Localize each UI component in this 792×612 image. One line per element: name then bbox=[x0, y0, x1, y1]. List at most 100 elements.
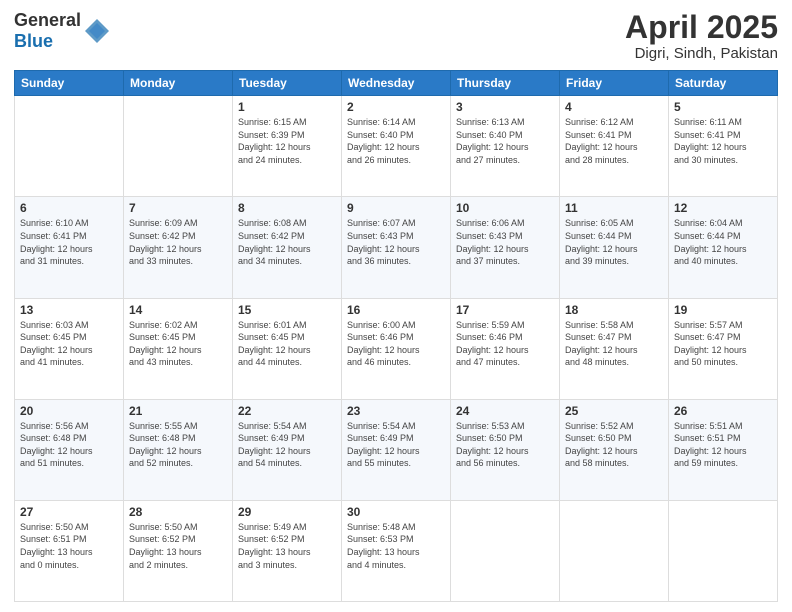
calendar-cell: 1Sunrise: 6:15 AM Sunset: 6:39 PM Daylig… bbox=[233, 96, 342, 197]
calendar-title: April 2025 bbox=[625, 10, 778, 45]
calendar-cell bbox=[124, 96, 233, 197]
header: General Blue April 2025 Digri, Sindh, Pa… bbox=[14, 10, 778, 62]
calendar-cell: 30 Sunrise: 5:48 AM Sunset: 6:53 PM Dayli… bbox=[342, 500, 451, 601]
col-monday: Monday bbox=[124, 71, 233, 96]
day-info: Sunrise: 6:05 AM Sunset: 6:44 PM Dayligh… bbox=[565, 217, 663, 267]
day-info: Sunrise: 6:00 AM Sunset: 6:46 PM Dayligh… bbox=[347, 319, 445, 369]
day-info: Sunrise: 5:50 AM Sunset: 6:52 PM Dayligh… bbox=[129, 521, 227, 571]
calendar-cell: 11 Sunrise: 6:05 AM Sunset: 6:44 PM Dayli… bbox=[560, 197, 669, 298]
day-info: Sunrise: 6:03 AM Sunset: 6:45 PM Dayligh… bbox=[20, 319, 118, 369]
day-info: Sunrise: 5:49 AM Sunset: 6:52 PM Dayligh… bbox=[238, 521, 336, 571]
calendar-cell: 5 Sunrise: 6:11 AM Sunset: 6:41 PM Daylig… bbox=[669, 96, 778, 197]
day-info: Sunrise: 6:14 AM Sunset: 6:40 PM Dayligh… bbox=[347, 116, 445, 166]
day-number: 15 bbox=[238, 303, 336, 317]
col-saturday: Saturday bbox=[669, 71, 778, 96]
logo-general: General bbox=[14, 10, 81, 30]
day-info: Sunrise: 6:09 AM Sunset: 6:42 PM Dayligh… bbox=[129, 217, 227, 267]
day-info: Sunrise: 6:07 AM Sunset: 6:43 PM Dayligh… bbox=[347, 217, 445, 267]
calendar-cell: 29 Sunrise: 5:49 AM Sunset: 6:52 PM Dayli… bbox=[233, 500, 342, 601]
day-info: Sunrise: 6:11 AM Sunset: 6:41 PM Dayligh… bbox=[674, 116, 772, 166]
calendar-cell: 10 Sunrise: 6:06 AM Sunset: 6:43 PM Dayli… bbox=[451, 197, 560, 298]
day-info: Sunrise: 5:56 AM Sunset: 6:48 PM Dayligh… bbox=[20, 420, 118, 470]
week-row-1: 1Sunrise: 6:15 AM Sunset: 6:39 PM Daylig… bbox=[15, 96, 778, 197]
day-number: 11 bbox=[565, 201, 663, 215]
day-info: Sunrise: 6:12 AM Sunset: 6:41 PM Dayligh… bbox=[565, 116, 663, 166]
calendar-cell: 17 Sunrise: 5:59 AM Sunset: 6:46 PM Dayli… bbox=[451, 298, 560, 399]
day-number: 30 bbox=[347, 505, 445, 519]
calendar-cell: 18 Sunrise: 5:58 AM Sunset: 6:47 PM Dayli… bbox=[560, 298, 669, 399]
day-info: Sunrise: 6:08 AM Sunset: 6:42 PM Dayligh… bbox=[238, 217, 336, 267]
day-info: Sunrise: 5:54 AM Sunset: 6:49 PM Dayligh… bbox=[347, 420, 445, 470]
calendar-cell: 6 Sunrise: 6:10 AM Sunset: 6:41 PM Daylig… bbox=[15, 197, 124, 298]
calendar-cell: 24Sunrise: 5:53 AM Sunset: 6:50 PM Dayli… bbox=[451, 399, 560, 500]
day-number: 20 bbox=[20, 404, 118, 418]
day-info: Sunrise: 6:10 AM Sunset: 6:41 PM Dayligh… bbox=[20, 217, 118, 267]
day-number: 27 bbox=[20, 505, 118, 519]
week-row-3: 13 Sunrise: 6:03 AM Sunset: 6:45 PM Dayli… bbox=[15, 298, 778, 399]
day-info: Sunrise: 6:04 AM Sunset: 6:44 PM Dayligh… bbox=[674, 217, 772, 267]
day-info: Sunrise: 6:15 AM Sunset: 6:39 PM Dayligh… bbox=[238, 116, 336, 166]
day-info: Sunrise: 6:13 AM Sunset: 6:40 PM Dayligh… bbox=[456, 116, 554, 166]
day-number: 25 bbox=[565, 404, 663, 418]
day-number: 3 bbox=[456, 100, 554, 114]
day-info: Sunrise: 5:51 AM Sunset: 6:51 PM Dayligh… bbox=[674, 420, 772, 470]
calendar-cell: 27Sunrise: 5:50 AM Sunset: 6:51 PM Dayli… bbox=[15, 500, 124, 601]
day-number: 4 bbox=[565, 100, 663, 114]
day-info: Sunrise: 5:55 AM Sunset: 6:48 PM Dayligh… bbox=[129, 420, 227, 470]
day-info: Sunrise: 5:59 AM Sunset: 6:46 PM Dayligh… bbox=[456, 319, 554, 369]
col-wednesday: Wednesday bbox=[342, 71, 451, 96]
day-number: 5 bbox=[674, 100, 772, 114]
col-sunday: Sunday bbox=[15, 71, 124, 96]
calendar-cell: 23 Sunrise: 5:54 AM Sunset: 6:49 PM Dayli… bbox=[342, 399, 451, 500]
day-number: 26 bbox=[674, 404, 772, 418]
day-info: Sunrise: 6:01 AM Sunset: 6:45 PM Dayligh… bbox=[238, 319, 336, 369]
logo-blue: Blue bbox=[14, 31, 53, 51]
day-number: 9 bbox=[347, 201, 445, 215]
day-number: 22 bbox=[238, 404, 336, 418]
week-row-5: 27Sunrise: 5:50 AM Sunset: 6:51 PM Dayli… bbox=[15, 500, 778, 601]
day-info: Sunrise: 5:58 AM Sunset: 6:47 PM Dayligh… bbox=[565, 319, 663, 369]
week-row-4: 20 Sunrise: 5:56 AM Sunset: 6:48 PM Dayli… bbox=[15, 399, 778, 500]
header-row: Sunday Monday Tuesday Wednesday Thursday… bbox=[15, 71, 778, 96]
day-number: 29 bbox=[238, 505, 336, 519]
day-info: Sunrise: 5:54 AM Sunset: 6:49 PM Dayligh… bbox=[238, 420, 336, 470]
calendar-cell: 16 Sunrise: 6:00 AM Sunset: 6:46 PM Dayli… bbox=[342, 298, 451, 399]
day-number: 14 bbox=[129, 303, 227, 317]
calendar-cell: 28 Sunrise: 5:50 AM Sunset: 6:52 PM Dayli… bbox=[124, 500, 233, 601]
day-number: 28 bbox=[129, 505, 227, 519]
calendar-cell: 14 Sunrise: 6:02 AM Sunset: 6:45 PM Dayli… bbox=[124, 298, 233, 399]
day-number: 6 bbox=[20, 201, 118, 215]
day-number: 13 bbox=[20, 303, 118, 317]
day-number: 17 bbox=[456, 303, 554, 317]
day-number: 18 bbox=[565, 303, 663, 317]
calendar-cell: 20 Sunrise: 5:56 AM Sunset: 6:48 PM Dayli… bbox=[15, 399, 124, 500]
day-number: 23 bbox=[347, 404, 445, 418]
day-number: 16 bbox=[347, 303, 445, 317]
day-number: 10 bbox=[456, 201, 554, 215]
day-number: 21 bbox=[129, 404, 227, 418]
day-number: 12 bbox=[674, 201, 772, 215]
col-thursday: Thursday bbox=[451, 71, 560, 96]
calendar-cell: 3 Sunrise: 6:13 AM Sunset: 6:40 PM Daylig… bbox=[451, 96, 560, 197]
col-tuesday: Tuesday bbox=[233, 71, 342, 96]
logo-icon bbox=[83, 17, 111, 45]
calendar-cell: 19Sunrise: 5:57 AM Sunset: 6:47 PM Dayli… bbox=[669, 298, 778, 399]
calendar-cell: 26 Sunrise: 5:51 AM Sunset: 6:51 PM Dayli… bbox=[669, 399, 778, 500]
day-info: Sunrise: 6:06 AM Sunset: 6:43 PM Dayligh… bbox=[456, 217, 554, 267]
calendar-cell: 21 Sunrise: 5:55 AM Sunset: 6:48 PM Dayli… bbox=[124, 399, 233, 500]
day-number: 8 bbox=[238, 201, 336, 215]
col-friday: Friday bbox=[560, 71, 669, 96]
page: General Blue April 2025 Digri, Sindh, Pa… bbox=[0, 0, 792, 612]
day-info: Sunrise: 5:48 AM Sunset: 6:53 PM Dayligh… bbox=[347, 521, 445, 571]
calendar-cell: 7Sunrise: 6:09 AM Sunset: 6:42 PM Daylig… bbox=[124, 197, 233, 298]
calendar-cell: 25Sunrise: 5:52 AM Sunset: 6:50 PM Dayli… bbox=[560, 399, 669, 500]
calendar-subtitle: Digri, Sindh, Pakistan bbox=[625, 45, 778, 62]
calendar-cell: 4 Sunrise: 6:12 AM Sunset: 6:41 PM Daylig… bbox=[560, 96, 669, 197]
calendar-cell: 8 Sunrise: 6:08 AM Sunset: 6:42 PM Daylig… bbox=[233, 197, 342, 298]
calendar-cell bbox=[669, 500, 778, 601]
calendar-cell: 15 Sunrise: 6:01 AM Sunset: 6:45 PM Dayli… bbox=[233, 298, 342, 399]
day-info: Sunrise: 5:53 AM Sunset: 6:50 PM Dayligh… bbox=[456, 420, 554, 470]
calendar-cell: 9 Sunrise: 6:07 AM Sunset: 6:43 PM Daylig… bbox=[342, 197, 451, 298]
day-number: 19 bbox=[674, 303, 772, 317]
day-info: Sunrise: 6:02 AM Sunset: 6:45 PM Dayligh… bbox=[129, 319, 227, 369]
